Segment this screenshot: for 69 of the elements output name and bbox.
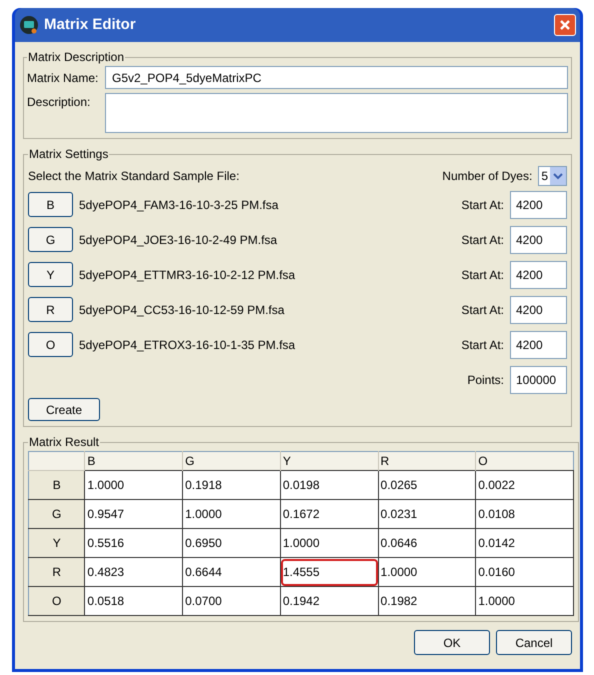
table-cell-text: 0.1672 <box>282 506 321 523</box>
field-label: Number of Dyes: <box>442 168 532 185</box>
table-cell-text: 0.1942 <box>282 593 321 610</box>
start-at-field[interactable]: 4200 <box>510 330 567 358</box>
table-cell-text: 0.0142 <box>477 535 516 552</box>
table-cell-text: 0.4823 <box>86 564 126 581</box>
points-field[interactable]: 100000 <box>510 366 567 394</box>
file-name: 5dyePOP4_CC53-16-10-12-59 PM.fsa <box>79 302 286 318</box>
field-label: Start At: <box>461 266 504 284</box>
window-title: Matrix Editor <box>44 14 137 35</box>
table-cell-text: 1.0000 <box>380 564 418 581</box>
close-button[interactable] <box>554 14 576 36</box>
row-header: O <box>28 586 85 616</box>
table-cell-text: 0.0518 <box>86 593 126 610</box>
file-name: 5dyePOP4_JOE3-16-10-2-49 PM.fsa <box>79 232 278 248</box>
table-cell-text: 0.6644 <box>184 564 223 581</box>
dye-button[interactable]: O <box>28 332 73 357</box>
start-at-field[interactable]: 4200 <box>510 296 567 324</box>
start-at-field[interactable]: 4200 <box>510 190 567 218</box>
dye-button[interactable]: R <box>28 297 73 322</box>
field-label: Start At: <box>461 196 504 214</box>
table-cell-text: 0.0160 <box>477 564 516 581</box>
table-cell: 1.4555 <box>280 558 378 586</box>
field-label: Start At: <box>461 336 504 354</box>
table-cell-text: 0.0198 <box>282 477 321 494</box>
table-cell-text: 0.6950 <box>184 535 223 552</box>
close-icon <box>559 19 571 31</box>
table-cell-text: 0.1918 <box>184 477 223 494</box>
table-cell-text: 0.0231 <box>380 506 418 523</box>
field-label: Start At: <box>461 302 504 318</box>
table-cell-text: 0.1982 <box>380 593 418 610</box>
row-header: Y <box>28 528 85 558</box>
row-header: G <box>28 500 85 528</box>
field-label: Description: <box>27 94 92 111</box>
table-cell-text: 0.0108 <box>477 506 516 523</box>
create-button[interactable]: Create <box>28 398 100 421</box>
table-cell-text: 0.5516 <box>86 535 126 552</box>
dye-button[interactable]: Y <box>28 262 73 287</box>
table-cell-text: 1.0000 <box>477 593 516 610</box>
instruction-text: Select the Matrix Standard Sample File: <box>28 168 240 185</box>
table-cell-text: 1.0000 <box>86 477 126 494</box>
file-name: 5dyePOP4_FAM3-16-10-3-25 PM.fsa <box>79 196 280 214</box>
panel-title: Matrix Description <box>27 49 126 66</box>
dye-button[interactable]: G <box>28 227 73 252</box>
matrix-name-field[interactable]: G5v2_POP4_5dyeMatrixPC <box>105 66 568 89</box>
file-name: 5dyePOP4_ETROX3-16-10-1-35 PM.fsa <box>79 336 296 354</box>
row-header: B <box>28 470 85 500</box>
field-label: Points: <box>467 372 504 389</box>
panel-title: Matrix Settings <box>28 146 110 163</box>
app-icon <box>19 15 39 35</box>
start-at-field[interactable]: 4200 <box>510 260 567 288</box>
dialog-button[interactable]: Cancel <box>496 630 572 655</box>
file-name: 5dyePOP4_ETTMR3-16-10-2-12 PM.fsa <box>79 266 296 284</box>
table-cell-text: 0.0265 <box>380 477 418 494</box>
description-field[interactable] <box>105 93 568 133</box>
panel-title: Matrix Result <box>28 434 100 451</box>
dyes-dropdown[interactable]: 5 <box>538 166 567 186</box>
table-cell-text: 1.0000 <box>184 506 223 523</box>
row-header: R <box>28 558 85 586</box>
table-cell-text: 0.0700 <box>184 593 223 610</box>
field-label: Matrix Name: <box>27 70 99 86</box>
table-cell-text: 0.0646 <box>380 535 418 552</box>
dye-button[interactable]: B <box>28 192 73 217</box>
table-cell-text: 0.0022 <box>477 477 516 494</box>
start-at-field[interactable]: 4200 <box>510 226 567 254</box>
field-label: Start At: <box>461 232 504 248</box>
table-cell-text: 0.9547 <box>86 506 126 523</box>
dialog-button[interactable]: OK <box>414 630 490 655</box>
table-cell-text: 1.0000 <box>282 535 321 552</box>
